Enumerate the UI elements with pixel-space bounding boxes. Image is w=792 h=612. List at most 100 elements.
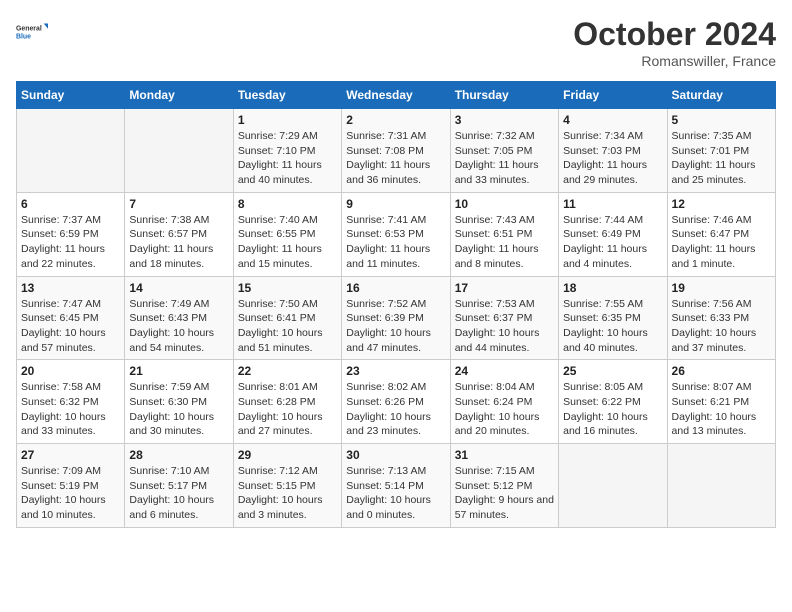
day-number: 6 — [21, 197, 120, 211]
calendar-header-tuesday: Tuesday — [233, 82, 341, 109]
calendar-cell: 3 Sunrise: 7:32 AMSunset: 7:05 PMDayligh… — [450, 109, 558, 193]
calendar-cell: 27 Sunrise: 7:09 AMSunset: 5:19 PMDaylig… — [17, 444, 125, 528]
day-number: 31 — [455, 448, 554, 462]
calendar-cell — [17, 109, 125, 193]
day-number: 24 — [455, 364, 554, 378]
calendar-cell: 25 Sunrise: 8:05 AMSunset: 6:22 PMDaylig… — [559, 360, 667, 444]
day-number: 26 — [672, 364, 771, 378]
day-info: Sunrise: 8:02 AMSunset: 6:26 PMDaylight:… — [346, 380, 445, 439]
calendar-cell: 9 Sunrise: 7:41 AMSunset: 6:53 PMDayligh… — [342, 192, 450, 276]
day-info: Sunrise: 7:56 AMSunset: 6:33 PMDaylight:… — [672, 297, 771, 356]
day-number: 16 — [346, 281, 445, 295]
day-info: Sunrise: 7:10 AMSunset: 5:17 PMDaylight:… — [129, 464, 228, 523]
day-info: Sunrise: 7:55 AMSunset: 6:35 PMDaylight:… — [563, 297, 662, 356]
calendar-cell: 2 Sunrise: 7:31 AMSunset: 7:08 PMDayligh… — [342, 109, 450, 193]
calendar-cell: 29 Sunrise: 7:12 AMSunset: 5:15 PMDaylig… — [233, 444, 341, 528]
calendar-cell: 17 Sunrise: 7:53 AMSunset: 6:37 PMDaylig… — [450, 276, 558, 360]
logo: General Blue — [16, 16, 48, 48]
calendar-cell: 10 Sunrise: 7:43 AMSunset: 6:51 PMDaylig… — [450, 192, 558, 276]
calendar-cell: 28 Sunrise: 7:10 AMSunset: 5:17 PMDaylig… — [125, 444, 233, 528]
calendar-week-5: 27 Sunrise: 7:09 AMSunset: 5:19 PMDaylig… — [17, 444, 776, 528]
svg-text:General: General — [16, 25, 42, 32]
day-info: Sunrise: 8:01 AMSunset: 6:28 PMDaylight:… — [238, 380, 337, 439]
day-info: Sunrise: 7:50 AMSunset: 6:41 PMDaylight:… — [238, 297, 337, 356]
calendar-cell: 20 Sunrise: 7:58 AMSunset: 6:32 PMDaylig… — [17, 360, 125, 444]
day-info: Sunrise: 7:53 AMSunset: 6:37 PMDaylight:… — [455, 297, 554, 356]
day-info: Sunrise: 7:35 AMSunset: 7:01 PMDaylight:… — [672, 129, 771, 188]
day-number: 18 — [563, 281, 662, 295]
calendar-week-3: 13 Sunrise: 7:47 AMSunset: 6:45 PMDaylig… — [17, 276, 776, 360]
day-info: Sunrise: 7:38 AMSunset: 6:57 PMDaylight:… — [129, 213, 228, 272]
calendar-week-4: 20 Sunrise: 7:58 AMSunset: 6:32 PMDaylig… — [17, 360, 776, 444]
day-number: 11 — [563, 197, 662, 211]
day-number: 20 — [21, 364, 120, 378]
day-number: 1 — [238, 113, 337, 127]
month-title: October 2024 — [573, 16, 776, 53]
calendar-cell: 31 Sunrise: 7:15 AMSunset: 5:12 PMDaylig… — [450, 444, 558, 528]
day-info: Sunrise: 7:47 AMSunset: 6:45 PMDaylight:… — [21, 297, 120, 356]
calendar-cell: 6 Sunrise: 7:37 AMSunset: 6:59 PMDayligh… — [17, 192, 125, 276]
day-info: Sunrise: 8:07 AMSunset: 6:21 PMDaylight:… — [672, 380, 771, 439]
day-number: 19 — [672, 281, 771, 295]
logo-svg: General Blue — [16, 16, 48, 48]
day-info: Sunrise: 7:58 AMSunset: 6:32 PMDaylight:… — [21, 380, 120, 439]
calendar-cell: 1 Sunrise: 7:29 AMSunset: 7:10 PMDayligh… — [233, 109, 341, 193]
day-info: Sunrise: 8:04 AMSunset: 6:24 PMDaylight:… — [455, 380, 554, 439]
day-info: Sunrise: 7:40 AMSunset: 6:55 PMDaylight:… — [238, 213, 337, 272]
day-info: Sunrise: 7:12 AMSunset: 5:15 PMDaylight:… — [238, 464, 337, 523]
calendar-cell — [559, 444, 667, 528]
day-info: Sunrise: 7:09 AMSunset: 5:19 PMDaylight:… — [21, 464, 120, 523]
calendar-header-friday: Friday — [559, 82, 667, 109]
day-number: 7 — [129, 197, 228, 211]
location: Romanswiller, France — [573, 53, 776, 69]
day-number: 12 — [672, 197, 771, 211]
calendar-cell: 15 Sunrise: 7:50 AMSunset: 6:41 PMDaylig… — [233, 276, 341, 360]
day-number: 29 — [238, 448, 337, 462]
calendar-week-1: 1 Sunrise: 7:29 AMSunset: 7:10 PMDayligh… — [17, 109, 776, 193]
day-info: Sunrise: 7:44 AMSunset: 6:49 PMDaylight:… — [563, 213, 662, 272]
calendar-cell: 21 Sunrise: 7:59 AMSunset: 6:30 PMDaylig… — [125, 360, 233, 444]
day-info: Sunrise: 7:34 AMSunset: 7:03 PMDaylight:… — [563, 129, 662, 188]
day-number: 3 — [455, 113, 554, 127]
day-number: 2 — [346, 113, 445, 127]
day-number: 15 — [238, 281, 337, 295]
day-info: Sunrise: 7:52 AMSunset: 6:39 PMDaylight:… — [346, 297, 445, 356]
calendar-cell: 14 Sunrise: 7:49 AMSunset: 6:43 PMDaylig… — [125, 276, 233, 360]
day-info: Sunrise: 7:37 AMSunset: 6:59 PMDaylight:… — [21, 213, 120, 272]
day-number: 22 — [238, 364, 337, 378]
calendar-week-2: 6 Sunrise: 7:37 AMSunset: 6:59 PMDayligh… — [17, 192, 776, 276]
day-info: Sunrise: 7:31 AMSunset: 7:08 PMDaylight:… — [346, 129, 445, 188]
calendar-cell — [125, 109, 233, 193]
calendar-header-wednesday: Wednesday — [342, 82, 450, 109]
day-number: 23 — [346, 364, 445, 378]
day-number: 21 — [129, 364, 228, 378]
day-number: 25 — [563, 364, 662, 378]
day-info: Sunrise: 7:29 AMSunset: 7:10 PMDaylight:… — [238, 129, 337, 188]
day-number: 17 — [455, 281, 554, 295]
calendar-cell: 13 Sunrise: 7:47 AMSunset: 6:45 PMDaylig… — [17, 276, 125, 360]
calendar-cell: 7 Sunrise: 7:38 AMSunset: 6:57 PMDayligh… — [125, 192, 233, 276]
calendar-cell: 16 Sunrise: 7:52 AMSunset: 6:39 PMDaylig… — [342, 276, 450, 360]
calendar-cell: 5 Sunrise: 7:35 AMSunset: 7:01 PMDayligh… — [667, 109, 775, 193]
calendar-cell: 4 Sunrise: 7:34 AMSunset: 7:03 PMDayligh… — [559, 109, 667, 193]
calendar-header-thursday: Thursday — [450, 82, 558, 109]
calendar-cell: 24 Sunrise: 8:04 AMSunset: 6:24 PMDaylig… — [450, 360, 558, 444]
day-info: Sunrise: 7:43 AMSunset: 6:51 PMDaylight:… — [455, 213, 554, 272]
day-info: Sunrise: 7:15 AMSunset: 5:12 PMDaylight:… — [455, 464, 554, 523]
page-header: General Blue October 2024 Romanswiller, … — [16, 16, 776, 69]
day-number: 13 — [21, 281, 120, 295]
calendar-header-saturday: Saturday — [667, 82, 775, 109]
calendar-cell: 19 Sunrise: 7:56 AMSunset: 6:33 PMDaylig… — [667, 276, 775, 360]
day-info: Sunrise: 7:59 AMSunset: 6:30 PMDaylight:… — [129, 380, 228, 439]
day-info: Sunrise: 7:46 AMSunset: 6:47 PMDaylight:… — [672, 213, 771, 272]
calendar-cell: 26 Sunrise: 8:07 AMSunset: 6:21 PMDaylig… — [667, 360, 775, 444]
day-number: 14 — [129, 281, 228, 295]
svg-text:Blue: Blue — [16, 33, 31, 40]
calendar-header-monday: Monday — [125, 82, 233, 109]
calendar-cell: 23 Sunrise: 8:02 AMSunset: 6:26 PMDaylig… — [342, 360, 450, 444]
calendar-cell: 30 Sunrise: 7:13 AMSunset: 5:14 PMDaylig… — [342, 444, 450, 528]
calendar-cell: 22 Sunrise: 8:01 AMSunset: 6:28 PMDaylig… — [233, 360, 341, 444]
calendar-cell: 11 Sunrise: 7:44 AMSunset: 6:49 PMDaylig… — [559, 192, 667, 276]
day-info: Sunrise: 7:13 AMSunset: 5:14 PMDaylight:… — [346, 464, 445, 523]
day-info: Sunrise: 7:32 AMSunset: 7:05 PMDaylight:… — [455, 129, 554, 188]
